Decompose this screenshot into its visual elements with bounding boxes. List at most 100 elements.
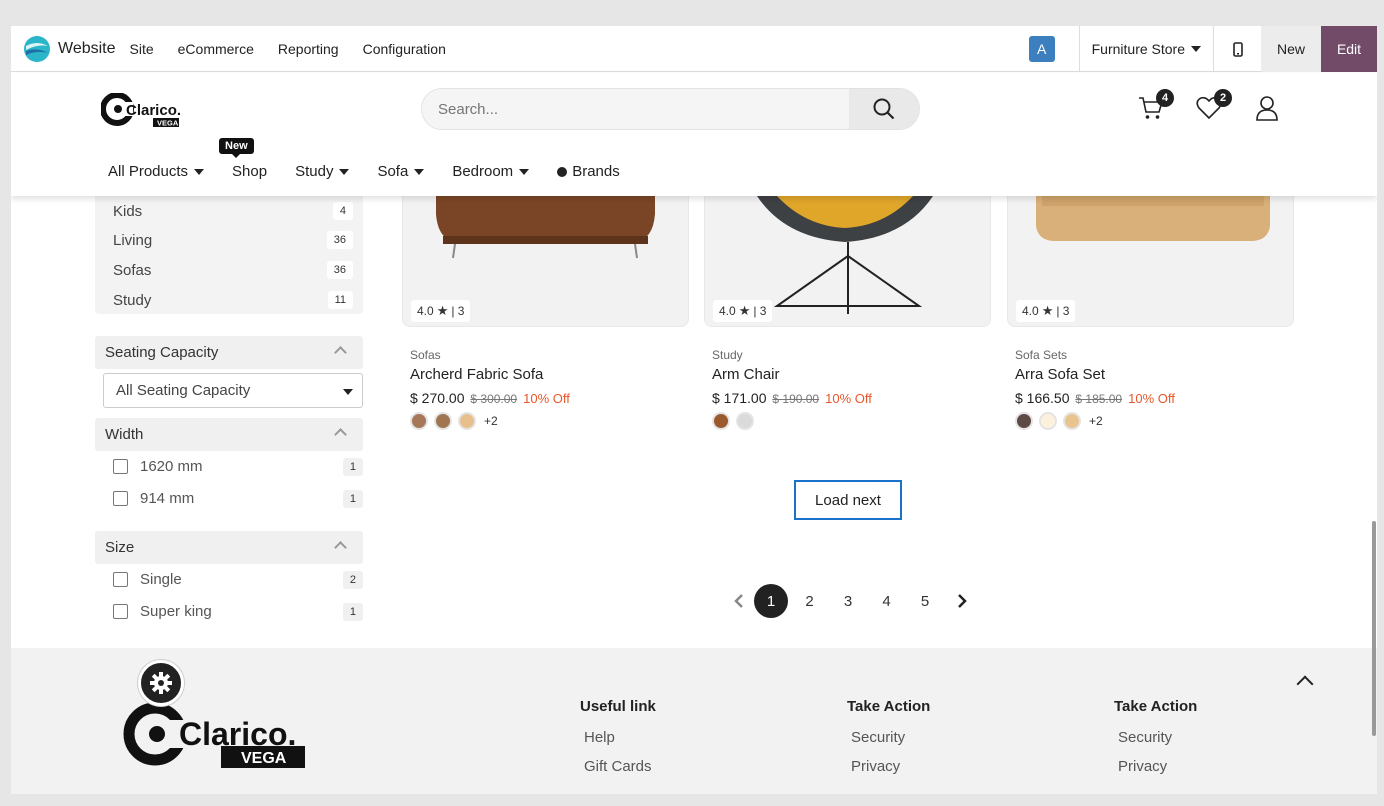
width-option[interactable]: 914 mm 1 [113, 489, 363, 508]
option-label: 1620 mm [140, 458, 203, 475]
load-next-button[interactable]: Load next [794, 480, 902, 520]
checkbox[interactable] [113, 459, 128, 474]
user-icon [1256, 96, 1278, 121]
color-swatch[interactable] [410, 412, 428, 430]
page-4[interactable]: 4 [870, 584, 904, 618]
category-item[interactable]: Sofas 36 [113, 261, 353, 279]
search-input[interactable] [422, 89, 851, 129]
prev-page-button[interactable] [724, 584, 754, 618]
checkbox[interactable] [113, 604, 128, 619]
category-item[interactable]: Kids 4 [113, 202, 353, 220]
page-2[interactable]: 2 [793, 584, 827, 618]
menu-reporting[interactable]: Reporting [278, 41, 339, 57]
search-button[interactable] [849, 89, 919, 129]
product-image[interactable]: 4.0 ★ | 3 [1007, 196, 1294, 327]
checkbox[interactable] [113, 491, 128, 506]
menu-site[interactable]: Site [130, 41, 154, 57]
product-category: Study [712, 348, 743, 362]
page-3[interactable]: 3 [831, 584, 865, 618]
next-page-button[interactable] [947, 584, 977, 618]
app-name[interactable]: Website [58, 40, 116, 58]
main-nav: All Products New Shop Study Sofa Bedroom … [108, 138, 648, 180]
nav-study[interactable]: Study [295, 163, 350, 180]
chevron-down-icon [194, 169, 205, 176]
chevron-up-icon [334, 541, 347, 554]
more-swatches[interactable]: +2 [1089, 414, 1103, 428]
color-swatch[interactable] [458, 412, 476, 430]
product-image[interactable]: 4.0 ★ | 3 [402, 196, 689, 327]
edit-button[interactable]: Edit [1321, 26, 1377, 72]
option-label: Single [140, 571, 182, 588]
option-count: 1 [342, 489, 363, 508]
nav-brands[interactable]: Brands [557, 163, 620, 180]
scroll-to-top-icon[interactable] [1296, 675, 1314, 693]
page-5[interactable]: 5 [908, 584, 942, 618]
odoo-topbar: Website Site eCommerce Reporting Configu… [11, 26, 1377, 72]
menu-ecommerce[interactable]: eCommerce [178, 41, 254, 57]
footer-link[interactable]: Security [1118, 729, 1197, 746]
review-count: 3 [1062, 304, 1070, 318]
color-swatch[interactable] [736, 412, 754, 430]
account-button[interactable] [1254, 95, 1282, 123]
nav-all-products[interactable]: All Products [108, 163, 205, 180]
footer-column: Take Action Security Privacy [1114, 698, 1197, 787]
website-switcher[interactable]: Furniture Store [1078, 26, 1213, 72]
product-card: Sofa Sets Arra Sofa Set $ 166.50 $ 185.0… [1015, 348, 1305, 430]
menu-configuration[interactable]: Configuration [363, 41, 446, 57]
chevron-down-icon [339, 169, 350, 176]
website-app-icon[interactable]: Website [24, 35, 116, 62]
size-option[interactable]: Super king 1 [113, 602, 363, 621]
category-label: Kids [113, 202, 143, 220]
nav-bedroom[interactable]: Bedroom [452, 163, 530, 180]
user-avatar[interactable]: A [1028, 36, 1055, 62]
color-swatch[interactable] [1063, 412, 1081, 430]
search-bar [421, 88, 920, 130]
product-image[interactable]: 4.0 ★ | 3 [704, 196, 991, 327]
category-item[interactable]: Living 36 [113, 231, 353, 249]
chevron-down-icon [1191, 46, 1201, 52]
color-swatch[interactable] [434, 412, 452, 430]
page-1[interactable]: 1 [754, 584, 788, 618]
new-button[interactable]: New [1261, 26, 1321, 72]
wishlist-count-badge: 2 [1214, 89, 1232, 107]
product-name[interactable]: Arra Sofa Set [1015, 366, 1305, 383]
color-swatch[interactable] [712, 412, 730, 430]
nav-sofa[interactable]: Sofa [377, 163, 425, 180]
product-old-price: $ 185.00 [1075, 392, 1123, 406]
footer-link[interactable]: Security [851, 729, 930, 746]
brand-logo[interactable]: Clarico. VEGA [100, 92, 181, 134]
nav-shop[interactable]: New Shop [219, 138, 267, 180]
filter-size-header[interactable]: Size [95, 531, 363, 564]
brand-sub: VEGA [157, 119, 179, 128]
scrollbar[interactable] [1372, 521, 1376, 736]
checkbox[interactable] [113, 572, 128, 587]
seating-capacity-select[interactable]: All Seating Capacity [103, 373, 363, 408]
website-switcher-label: Furniture Store [1091, 41, 1185, 57]
product-name[interactable]: Archerd Fabric Sofa [410, 366, 700, 383]
width-option[interactable]: 1620 mm 1 [113, 457, 363, 476]
dot-icon [557, 167, 568, 178]
new-badge: New [219, 138, 254, 158]
product-old-price: $ 190.00 [772, 392, 820, 406]
category-item[interactable]: Study 11 [113, 291, 353, 309]
product-name[interactable]: Arm Chair [712, 366, 1002, 383]
wishlist-button[interactable]: 2 [1196, 89, 1232, 123]
footer-link[interactable]: Help [584, 729, 656, 746]
color-swatch[interactable] [1039, 412, 1057, 430]
product-discount: 10% Off [523, 391, 570, 406]
footer-link[interactable]: Privacy [1118, 758, 1197, 775]
chevron-down-icon [519, 169, 530, 176]
cart-button[interactable]: 4 [1138, 89, 1174, 123]
footer-link[interactable]: Gift Cards [584, 758, 656, 775]
footer-brand-sub: VEGA [241, 750, 287, 767]
more-swatches[interactable]: +2 [484, 414, 498, 428]
mobile-preview-button[interactable] [1213, 26, 1261, 72]
color-swatch[interactable] [1015, 412, 1033, 430]
footer-link[interactable]: Privacy [851, 758, 930, 775]
settings-button[interactable] [138, 660, 184, 706]
filter-width-header[interactable]: Width [95, 418, 363, 451]
rating-value: 4.0 [1022, 304, 1039, 318]
size-option[interactable]: Single 2 [113, 570, 363, 589]
filter-seating-header[interactable]: Seating Capacity [95, 336, 363, 369]
option-label: Super king [140, 603, 212, 620]
